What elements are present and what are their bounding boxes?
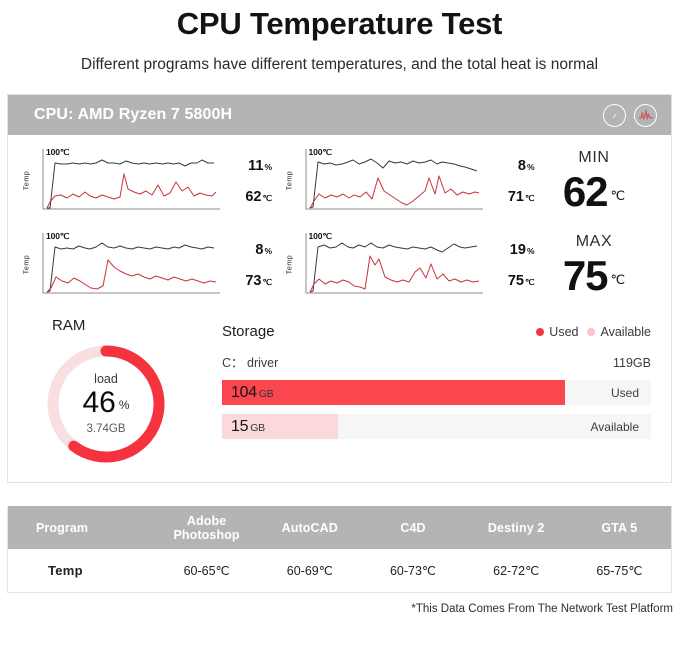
gauge-icon[interactable] <box>603 103 626 127</box>
program-temperature-table: Program Adobe Photoshop AutoCAD C4D Dest… <box>7 506 672 593</box>
ram-storage-row: RAM load 46% 3.74GB Storage Used Availab… <box>26 317 653 468</box>
graph-2-usage: 8% <box>517 158 535 174</box>
cpu-graph-4-plot: 100℃ Temp <box>285 229 485 303</box>
graph-3-axis-max: 100℃ <box>46 231 70 241</box>
storage-available-value: 15 GB <box>231 417 265 435</box>
storage-used-tag: Used <box>610 385 639 400</box>
storage-bar-used-fill: 104 GB <box>222 380 566 405</box>
graph-3-axis-label: Temp <box>23 254 31 275</box>
legend-item-used: Used <box>536 325 578 339</box>
graph-4-axis-label: Temp <box>285 254 293 275</box>
table-cell-destiny-2: 62-72℃ <box>464 549 568 592</box>
graph-2-temp: 71℃ <box>507 189 535 205</box>
graphs-and-minmax: 100℃ Temp 11% 62℃ 100℃ Temp 8% 71℃ 100℃ … <box>23 145 653 303</box>
page-title: CPU Temperature Test <box>176 6 503 41</box>
cpu-graph-1: 100℃ Temp 11% 62℃ <box>23 145 273 219</box>
min-max-panel: MIN 62 ℃ MAX 75 ℃ <box>535 145 653 303</box>
ram-title: RAM <box>52 317 86 334</box>
cpu-graph-4-readouts: 19% 75℃ <box>491 235 535 297</box>
min-label: MIN <box>578 149 610 166</box>
cpu-graph-2-readouts: 8% 71℃ <box>491 151 535 213</box>
cpu-card-header: CPU: AMD Ryzen 7 5800H <box>8 95 671 135</box>
cpu-model-label: CPU: AMD Ryzen 7 5800H <box>34 106 233 123</box>
cpu-graphs-grid: 100℃ Temp 11% 62℃ 100℃ Temp 8% 71℃ 100℃ … <box>23 145 536 303</box>
table-cell-c4d: 60-73℃ <box>361 549 465 592</box>
max-label: MAX <box>575 233 613 250</box>
graph-4-temp: 75℃ <box>507 273 535 289</box>
legend-label-used: Used <box>549 324 579 339</box>
ram-donut-chart: load 46% 3.74GB <box>42 340 170 468</box>
legend-label-available: Available <box>600 324 651 339</box>
table-cell-adobe-photoshop: 60-65℃ <box>155 549 259 592</box>
page-subtitle: Different programs have different temper… <box>80 56 599 73</box>
graph-1-axis-label: Temp <box>23 170 31 191</box>
storage-bar-available-fill: 15 GB <box>222 414 338 439</box>
cpu-graph-2: 100℃ Temp 8% 71℃ <box>285 145 536 219</box>
cpu-graph-3: 100℃ Temp 8% 73℃ <box>23 229 273 303</box>
table-col-c4d: C4D <box>361 506 465 549</box>
cpu-graph-3-readouts: 8% 73℃ <box>228 235 272 297</box>
cpu-graph-4: 100℃ Temp 19% 75℃ <box>285 229 536 303</box>
graph-1-axis-max: 100℃ <box>46 147 70 157</box>
cpu-graph-1-readouts: 11% 62℃ <box>228 151 272 213</box>
legend-item-available: Available <box>587 325 651 339</box>
graph-3-temp: 73℃ <box>245 273 272 289</box>
storage-bar-available: 15 GB Available <box>222 414 651 439</box>
table-col-adobe-photoshop: Adobe Photoshop <box>155 506 259 549</box>
cpu-graph-3-plot: 100℃ Temp <box>23 229 222 303</box>
storage-title: Storage <box>222 323 275 340</box>
graph-1-usage: 11% <box>248 158 272 174</box>
cpu-graph-1-plot: 100℃ Temp <box>23 145 222 219</box>
cpu-monitor-card: CPU: AMD Ryzen 7 5800H 100℃ Temp 11% 62℃… <box>7 94 672 483</box>
table-cell-autocad: 60-69℃ <box>258 549 362 592</box>
max-value: 75 ℃ <box>562 252 626 299</box>
cpu-card-body: 100℃ Temp 11% 62℃ 100℃ Temp 8% 71℃ 100℃ … <box>8 135 671 482</box>
storage-legend: Used Available <box>536 325 651 339</box>
table-col-program: Program <box>8 506 155 549</box>
table-cell-row-label: Temp <box>8 549 155 592</box>
legend-dot-used <box>536 327 545 336</box>
graph-4-axis-max: 100℃ <box>308 231 332 241</box>
min-value: 62 ℃ <box>562 168 626 215</box>
graph-1-temp: 62℃ <box>245 189 272 205</box>
page-header: CPU Temperature Test Different programs … <box>0 0 679 75</box>
storage-available-tag: Available <box>590 419 639 434</box>
drive-name: C： driver <box>222 356 279 370</box>
storage-bar-used: 104 GB Used <box>222 380 651 405</box>
graph-3-usage: 8% <box>255 242 272 258</box>
legend-dot-available <box>587 327 596 336</box>
storage-used-value: 104 GB <box>231 383 274 401</box>
graph-4-usage: 19% <box>509 242 535 258</box>
storage-drive-row: C： driver 119GB <box>222 352 651 371</box>
graph-2-axis-max: 100℃ <box>308 147 332 157</box>
footnote: *This Data Comes From The Network Test P… <box>411 603 673 615</box>
graph-2-axis-label: Temp <box>285 170 293 191</box>
ram-block: RAM load 46% 3.74GB <box>34 317 222 468</box>
table-row: Temp 60-65℃ 60-69℃ 60-73℃ 62-72℃ 65-75℃ <box>8 549 671 592</box>
storage-block: Storage Used Available C： driver 119GB 1… <box>222 317 653 468</box>
drive-capacity: 119GB <box>613 356 651 370</box>
table-col-autocad: AutoCAD <box>258 506 362 549</box>
table-col-gta-5: GTA 5 <box>567 506 671 549</box>
storage-header: Storage Used Available <box>222 323 651 340</box>
card-header-icons <box>603 103 657 127</box>
pulse-icon[interactable] <box>634 103 657 127</box>
table-cell-gta-5: 65-75℃ <box>567 549 671 592</box>
table-header-row: Program Adobe Photoshop AutoCAD C4D Dest… <box>8 506 671 549</box>
cpu-graph-2-plot: 100℃ Temp <box>285 145 485 219</box>
table-col-destiny-2: Destiny 2 <box>464 506 568 549</box>
